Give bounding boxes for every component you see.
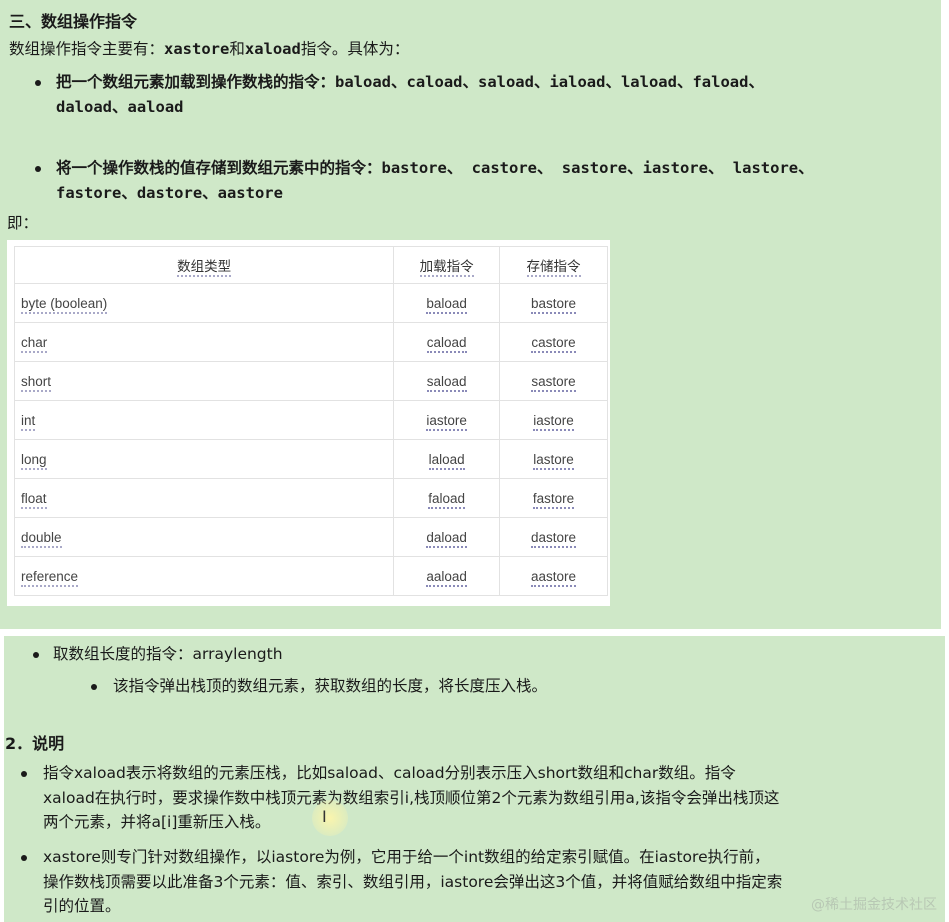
load-instructions-line2: daload、aaload bbox=[56, 98, 184, 116]
cell-type: int bbox=[13, 400, 395, 440]
bullet-dot bbox=[35, 80, 41, 86]
cursor-highlight bbox=[312, 800, 348, 836]
cell-load: saload bbox=[393, 361, 501, 401]
cell-load: aaload bbox=[393, 556, 501, 596]
instruction-table-container: 数组类型 加载指令 存储指令 byte (boolean) baload bas… bbox=[7, 240, 610, 606]
bullet-dot bbox=[21, 771, 27, 777]
text-cursor-icon: I bbox=[322, 807, 327, 826]
load-instructions-line1: 把一个数组元素加载到操作数栈的指令：baload、caload、saload、i… bbox=[56, 73, 764, 91]
header-store: 存储指令 bbox=[499, 246, 608, 284]
instruction-table: 数组类型 加载指令 存储指令 byte (boolean) baload bas… bbox=[13, 246, 608, 596]
intro-text-e: 指令。具体为： bbox=[300, 40, 410, 58]
table-row: byte (boolean) baload bastore bbox=[13, 283, 608, 323]
cell-type: reference bbox=[13, 556, 395, 596]
intro-xastore: xastore bbox=[164, 40, 230, 58]
section-title: 三、数组操作指令 bbox=[9, 12, 138, 31]
arraylength-description: 该指令弹出栈顶的数组元素，获取数组的长度，将长度压入栈。 bbox=[113, 677, 548, 695]
intro-line: 数组操作指令主要有：xastore和xaload指令。具体为： bbox=[9, 37, 409, 61]
cell-type: byte (boolean) bbox=[13, 283, 395, 323]
cell-load: baload bbox=[393, 283, 501, 323]
store-instructions-line1: 将一个操作数栈的值存储到数组元素中的指令：bastore、 castore、 s… bbox=[56, 159, 814, 177]
cell-type: double bbox=[13, 517, 395, 557]
table-header-row: 数组类型 加载指令 存储指令 bbox=[13, 246, 608, 284]
bullet-dot bbox=[35, 166, 41, 172]
bullet-dot bbox=[33, 652, 39, 658]
cell-type: long bbox=[13, 439, 395, 479]
header-load: 加载指令 bbox=[393, 246, 501, 284]
cell-load: daload bbox=[393, 517, 501, 557]
intro-xaload: xaload bbox=[244, 40, 301, 58]
cell-type: char bbox=[13, 322, 395, 362]
explain-p1-line3: 两个元素，并将a[i]重新压入栈。 bbox=[43, 813, 271, 831]
table-row: float faload fastore bbox=[13, 478, 608, 518]
table-row: long laload lastore bbox=[13, 439, 608, 479]
cell-load: caload bbox=[393, 322, 501, 362]
table-row: int iastore iastore bbox=[13, 400, 608, 440]
table-row: char caload castore bbox=[13, 322, 608, 362]
header-array-type: 数组类型 bbox=[13, 246, 395, 284]
cell-store: lastore bbox=[499, 439, 608, 479]
watermark: @稀土掘金技术社区 bbox=[811, 897, 937, 913]
explain-p2-line2: 操作数栈顶需要以此准备3个元素：值、索引、数组引用，iastore会弹出这3个值… bbox=[43, 873, 783, 891]
sub-bullet-dot bbox=[91, 684, 97, 690]
cell-store: dastore bbox=[499, 517, 608, 557]
cell-type: float bbox=[13, 478, 395, 518]
explain-p2-line3: 引的位置。 bbox=[43, 897, 121, 915]
section2-title: 2．说明 bbox=[5, 734, 65, 753]
cell-type: short bbox=[13, 361, 395, 401]
cell-load: laload bbox=[393, 439, 501, 479]
explain-p1-line1: 指令xaload表示将数组的元素压栈，比如saload、caload分别表示压入… bbox=[43, 764, 736, 782]
arraylength-line: 取数组长度的指令：arraylength bbox=[53, 645, 283, 663]
table-row: reference aaload aastore bbox=[13, 556, 608, 596]
cell-store: iastore bbox=[499, 400, 608, 440]
cell-store: sastore bbox=[499, 361, 608, 401]
explain-p1-line2: xaload在执行时，要求操作数中栈顶元素为数组索引i,栈顶顺位第2个元素为数组… bbox=[43, 789, 780, 807]
table-row: short saload sastore bbox=[13, 361, 608, 401]
cell-load: faload bbox=[393, 478, 501, 518]
explain-p2-line1: xastore则专门针对数组操作，以iastore为例，它用于给一个int数组的… bbox=[43, 848, 770, 866]
bullet-dot bbox=[21, 855, 27, 861]
cell-load: iastore bbox=[393, 400, 501, 440]
intro-text-a: 数组操作指令主要有： bbox=[9, 40, 165, 58]
store-instructions-line2: fastore、dastore、aastore bbox=[56, 184, 283, 202]
cell-store: fastore bbox=[499, 478, 608, 518]
cell-store: castore bbox=[499, 322, 608, 362]
cell-store: aastore bbox=[499, 556, 608, 596]
intro-text-c: 和 bbox=[229, 40, 245, 58]
cell-store: bastore bbox=[499, 283, 608, 323]
ji-label: 即： bbox=[7, 214, 39, 232]
table-row: double daload dastore bbox=[13, 517, 608, 557]
